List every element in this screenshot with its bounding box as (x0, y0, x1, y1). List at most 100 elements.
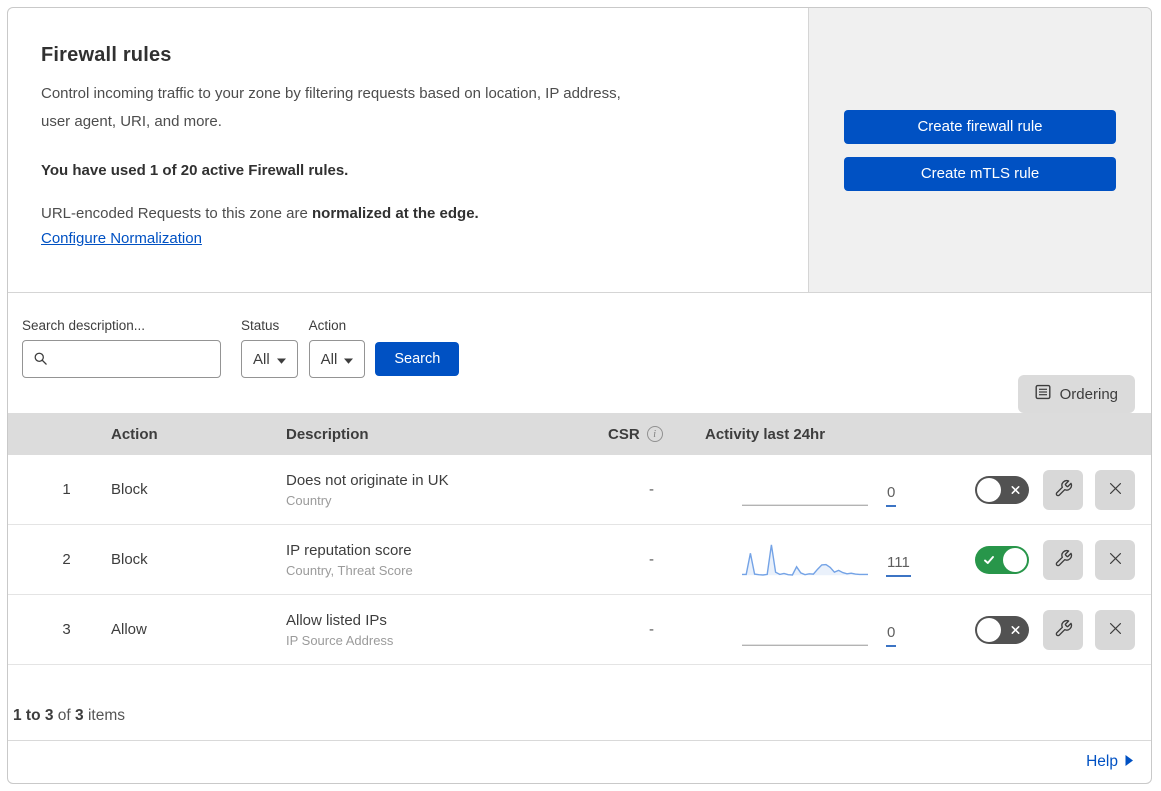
rule-enabled-toggle[interactable] (975, 615, 1029, 644)
rule-priority: 3 (62, 621, 71, 638)
rule-action: Block (111, 551, 148, 568)
activity-count-link[interactable]: 111 (886, 555, 911, 577)
info-icon[interactable]: i (646, 426, 663, 442)
rule-priority: 1 (62, 481, 71, 498)
wrench-icon (1054, 479, 1073, 501)
table-row: 1 Block Does not originate in UK Country… (8, 455, 1151, 525)
search-input[interactable] (22, 340, 221, 378)
delete-rule-button[interactable] (1095, 469, 1135, 510)
help-link[interactable]: Help (1086, 753, 1133, 771)
items-total: 3 (75, 707, 84, 724)
rule-description-cell: Allow listed IPs IP Source Address (278, 612, 598, 648)
rule-criteria: Country (286, 492, 332, 508)
normalization-note: URL-encoded Requests to this zone are no… (41, 203, 768, 225)
rule-activity-cell: 0 (705, 595, 945, 647)
normalization-prefix: URL-encoded Requests to this zone are (41, 205, 312, 222)
action-selected-value: All (320, 350, 338, 368)
edit-rule-button[interactable] (1043, 539, 1083, 580)
table-row: 2 Block IP reputation score Country, Thr… (8, 525, 1151, 595)
rule-controls (945, 539, 1151, 580)
toggle-knob (977, 617, 1001, 642)
filter-bar-right: Ordering (1017, 375, 1135, 413)
rule-activity-cell: 111 (705, 525, 945, 577)
rule-description: IP reputation score (286, 541, 412, 559)
caret-right-icon (1125, 753, 1133, 771)
toggle-knob (977, 477, 1001, 502)
cross-icon (1010, 484, 1021, 495)
filter-bar: Search description... Status All Action (8, 293, 1151, 413)
action-column-header: Action (111, 425, 158, 443)
status-dropdown[interactable]: All (241, 340, 298, 378)
of-text: of (53, 707, 76, 724)
search-label: Search description... (22, 318, 146, 333)
csr-header-label: CSR (608, 425, 640, 443)
rule-csr-value: - (649, 551, 654, 568)
ordering-button[interactable]: Ordering (1017, 375, 1135, 413)
rule-action: Block (111, 481, 148, 498)
close-icon (1107, 550, 1124, 570)
action-label: Action (308, 318, 347, 333)
description-line2: user agent, URI, and more. (41, 113, 222, 130)
status-filter-group: Status All (241, 318, 298, 378)
page-description: Control incoming traffic to your zone by… (41, 80, 768, 136)
description-line1: Control incoming traffic to your zone by… (41, 85, 621, 102)
delete-rule-button[interactable] (1095, 609, 1135, 650)
rule-priority: 2 (62, 551, 71, 568)
search-button[interactable]: Search (375, 342, 460, 376)
pagination-summary: 1 to 3 of 3 items (8, 665, 1151, 740)
close-icon (1107, 480, 1124, 500)
configure-normalization-link[interactable]: Configure Normalization (41, 230, 202, 247)
status-label: Status (241, 318, 280, 333)
help-footer: Help (8, 740, 1151, 783)
help-label: Help (1086, 753, 1118, 770)
page-title: Firewall rules (41, 44, 172, 66)
rule-activity-cell: 0 (705, 455, 945, 507)
edit-rule-button[interactable] (1043, 469, 1083, 510)
rule-description: Allow listed IPs (286, 611, 387, 629)
wrench-icon (1054, 549, 1073, 571)
rule-description-cell: Does not originate in UK Country (278, 472, 598, 508)
delete-rule-button[interactable] (1095, 539, 1135, 580)
rule-enabled-toggle[interactable] (975, 475, 1029, 504)
normalization-bold: normalized at the edge. (312, 205, 479, 222)
table-row: 3 Allow Allow listed IPs IP Source Addre… (8, 595, 1151, 665)
edit-rule-button[interactable] (1043, 609, 1083, 650)
activity-count-link[interactable]: 0 (886, 625, 897, 647)
rule-description: Does not originate in UK (286, 471, 449, 489)
create-firewall-rule-button[interactable]: Create firewall rule (844, 109, 1116, 144)
rule-controls (945, 609, 1151, 650)
search-field-wrap (22, 340, 221, 378)
rule-csr-value: - (649, 621, 654, 638)
table-header: Action Description CSR i Activity last 2… (8, 413, 1151, 455)
status-selected-value: All (253, 350, 270, 368)
rule-enabled-toggle[interactable] (975, 545, 1029, 574)
activity-count-link[interactable]: 0 (886, 485, 897, 507)
activity-sparkline (742, 611, 868, 647)
ordering-label: Ordering (1059, 385, 1118, 403)
rule-criteria: IP Source Address (286, 632, 394, 648)
cta-panel: Create firewall rule Create mTLS rule (808, 8, 1151, 292)
activity-sparkline (742, 541, 868, 577)
filter-controls: Search description... Status All Action (22, 318, 460, 378)
csr-column-header: CSR i (598, 426, 705, 443)
rule-controls (945, 469, 1151, 510)
items-text: items (83, 707, 125, 724)
create-mtls-rule-button[interactable]: Create mTLS rule (844, 156, 1116, 191)
usage-summary: You have used 1 of 20 active Firewall ru… (41, 162, 349, 179)
cross-icon (1010, 624, 1021, 635)
chevron-down-icon (276, 351, 286, 368)
ordering-list-icon (1035, 384, 1051, 404)
chevron-down-icon (344, 351, 354, 368)
rule-csr-value: - (649, 481, 654, 498)
description-column-header: Description (286, 425, 369, 443)
rule-action: Allow (111, 621, 147, 638)
rule-criteria: Country, Threat Score (286, 562, 413, 578)
close-icon (1107, 620, 1124, 640)
wrench-icon (1054, 619, 1073, 641)
header-section: Firewall rules Control incoming traffic … (8, 8, 1151, 293)
intro-panel: Firewall rules Control incoming traffic … (8, 8, 808, 292)
search-icon (33, 351, 48, 371)
search-group: Search description... (22, 318, 241, 378)
firewall-rules-card: Firewall rules Control incoming traffic … (7, 7, 1152, 784)
action-dropdown[interactable]: All (308, 340, 366, 378)
